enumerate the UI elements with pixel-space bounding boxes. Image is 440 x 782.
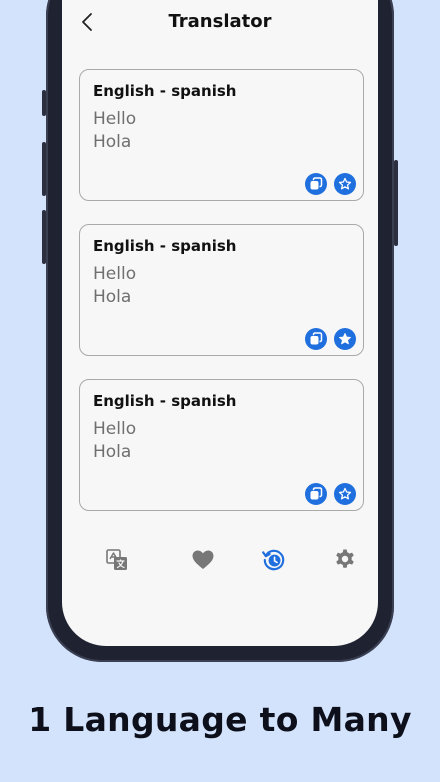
language-pair-label: English - spanish	[93, 392, 237, 410]
heart-icon	[192, 550, 214, 569]
translated-text: Hola	[93, 132, 132, 152]
nav-translate[interactable]	[103, 546, 131, 574]
language-pair-label: English - spanish	[93, 237, 237, 255]
translation-card: English - spanish Hello Hola	[79, 69, 364, 201]
favorite-button[interactable]	[334, 483, 356, 505]
phone-power-button	[394, 160, 398, 246]
app-screen: Translator English - spanish Hello Hola …	[62, 0, 378, 646]
source-text: Hello	[93, 264, 137, 284]
phone-volume-down	[42, 210, 46, 264]
marketing-caption: 1 Language to Many	[28, 700, 412, 739]
favorite-button[interactable]	[334, 328, 356, 350]
translated-text: Hola	[93, 442, 132, 462]
source-text: Hello	[93, 419, 137, 439]
copy-icon	[310, 487, 323, 500]
app-header: Translator	[62, 0, 378, 44]
star-filled-icon	[339, 333, 351, 345]
favorite-button[interactable]	[334, 173, 356, 195]
source-text: Hello	[93, 109, 137, 129]
translation-card: English - spanish Hello Hola	[79, 379, 364, 511]
nav-favorites[interactable]	[189, 546, 217, 574]
phone-frame: Translator English - spanish Hello Hola …	[42, 0, 398, 662]
copy-button[interactable]	[305, 328, 327, 350]
translated-text: Hola	[93, 287, 132, 307]
copy-button[interactable]	[305, 483, 327, 505]
translation-card: English - spanish Hello Hola	[79, 224, 364, 356]
nav-settings[interactable]	[331, 546, 359, 574]
gear-icon	[336, 549, 354, 568]
star-outline-icon	[338, 487, 352, 500]
copy-icon	[310, 332, 323, 345]
star-outline-icon	[338, 177, 352, 190]
copy-button[interactable]	[305, 173, 327, 195]
phone-side-button	[42, 90, 46, 116]
language-pair-label: English - spanish	[93, 82, 237, 100]
history-icon	[262, 549, 285, 571]
page-title: Translator	[168, 11, 272, 32]
nav-history[interactable]	[260, 546, 288, 574]
translate-icon	[106, 549, 127, 570]
bottom-nav	[62, 540, 378, 580]
copy-icon	[310, 177, 323, 190]
phone-volume-up	[42, 142, 46, 196]
